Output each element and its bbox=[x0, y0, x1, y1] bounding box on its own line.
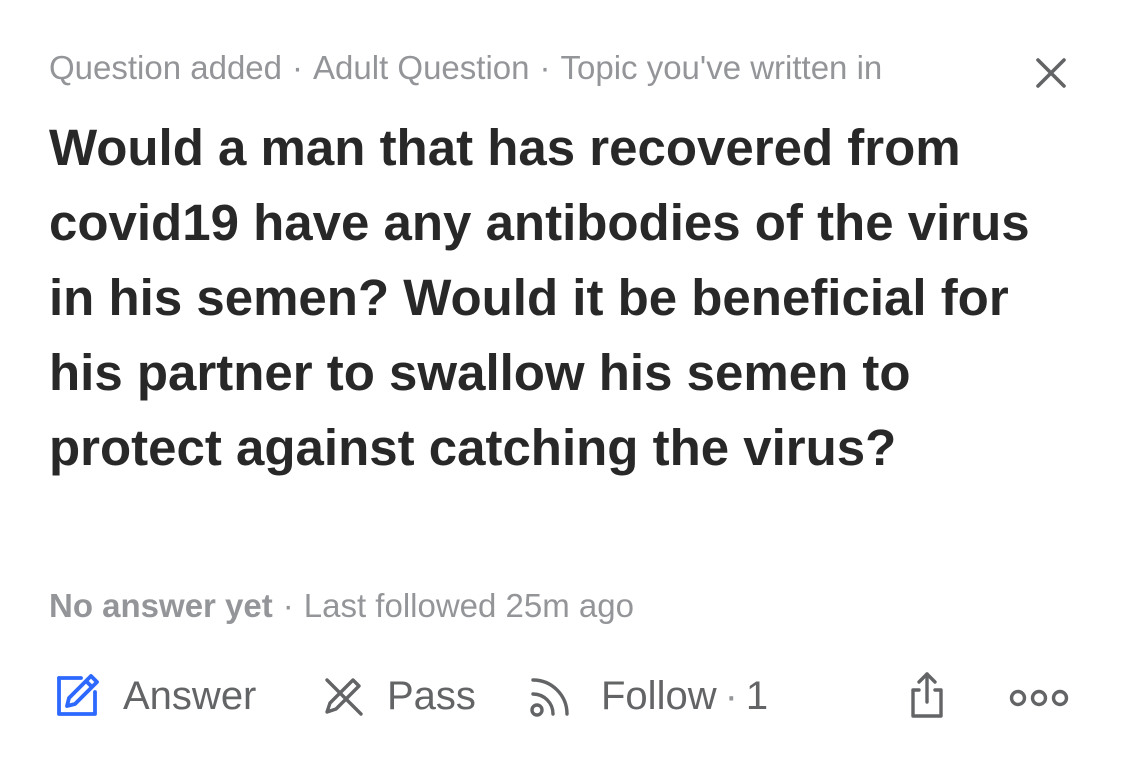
question-meta: Question added · Adult Question · Topic … bbox=[49, 44, 882, 92]
pencil-icon bbox=[49, 668, 105, 724]
more-icon bbox=[1007, 668, 1071, 724]
action-bar: Answer Pass Follow · 1 bbox=[49, 664, 1079, 728]
share-button[interactable] bbox=[899, 664, 955, 728]
question-status: No answer yet · Last followed 25m ago bbox=[49, 582, 634, 630]
rss-icon bbox=[523, 668, 579, 724]
meta-question-added: Question added bbox=[49, 49, 283, 86]
answer-button[interactable]: Answer bbox=[49, 664, 256, 728]
follow-count: 1 bbox=[745, 673, 769, 718]
follow-button[interactable]: Follow · 1 bbox=[523, 664, 768, 728]
meta-separator: · bbox=[539, 49, 551, 86]
pass-icon bbox=[315, 668, 371, 724]
meta-topic: Topic you've written in bbox=[560, 49, 883, 86]
more-button[interactable] bbox=[1007, 664, 1071, 728]
last-followed: Last followed 25m ago bbox=[303, 587, 634, 624]
question-title[interactable]: Would a man that has recovered from covi… bbox=[49, 110, 1079, 485]
pass-label: Pass bbox=[387, 673, 476, 718]
meta-adult-question: Adult Question bbox=[313, 49, 530, 86]
follow-label: Follow bbox=[601, 673, 717, 718]
answer-status: No answer yet bbox=[49, 587, 273, 624]
share-icon bbox=[899, 668, 955, 724]
question-card: Question added · Adult Question · Topic … bbox=[0, 0, 1125, 766]
follow-separator: · bbox=[724, 673, 738, 718]
pass-button[interactable]: Pass bbox=[315, 664, 476, 728]
status-separator: · bbox=[282, 587, 294, 624]
answer-label: Answer bbox=[123, 673, 257, 718]
close-button[interactable] bbox=[1030, 52, 1072, 94]
meta-separator: · bbox=[292, 49, 304, 86]
close-icon bbox=[1036, 58, 1066, 88]
